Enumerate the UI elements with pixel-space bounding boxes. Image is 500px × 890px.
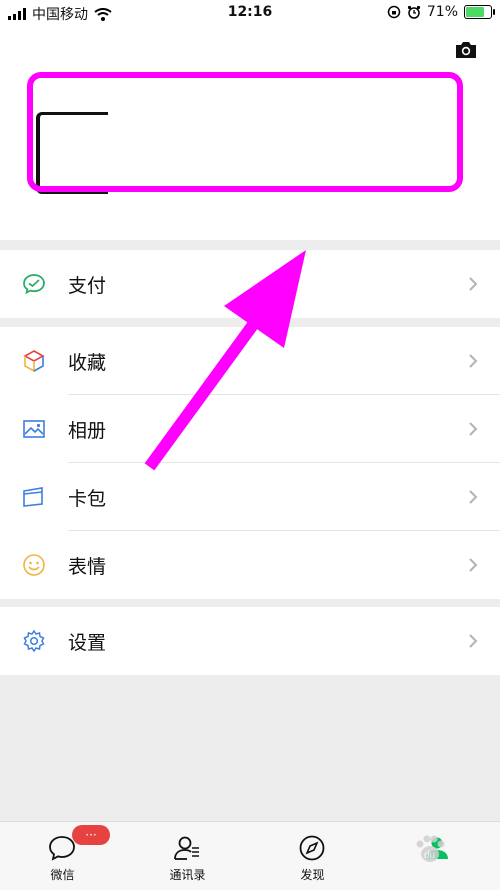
annotation-arrow [144,250,306,471]
tab-chats-label: 微信 [50,868,75,882]
tab-chats[interactable]: ··· 微信 [0,822,125,890]
contacts-icon [174,836,199,860]
tab-contacts-label: 通讯录 [169,868,206,882]
paw-logo: du [416,835,445,862]
tab-discover-label: 发现 [300,868,325,882]
baidu-jingyan-watermark: du [372,832,482,882]
unread-badge: ··· [72,825,110,845]
tab-discover[interactable]: 发现 [250,822,375,890]
svg-text:du: du [424,850,435,861]
tab-contacts[interactable]: 通讯录 [125,822,250,890]
compass-icon [299,835,325,861]
